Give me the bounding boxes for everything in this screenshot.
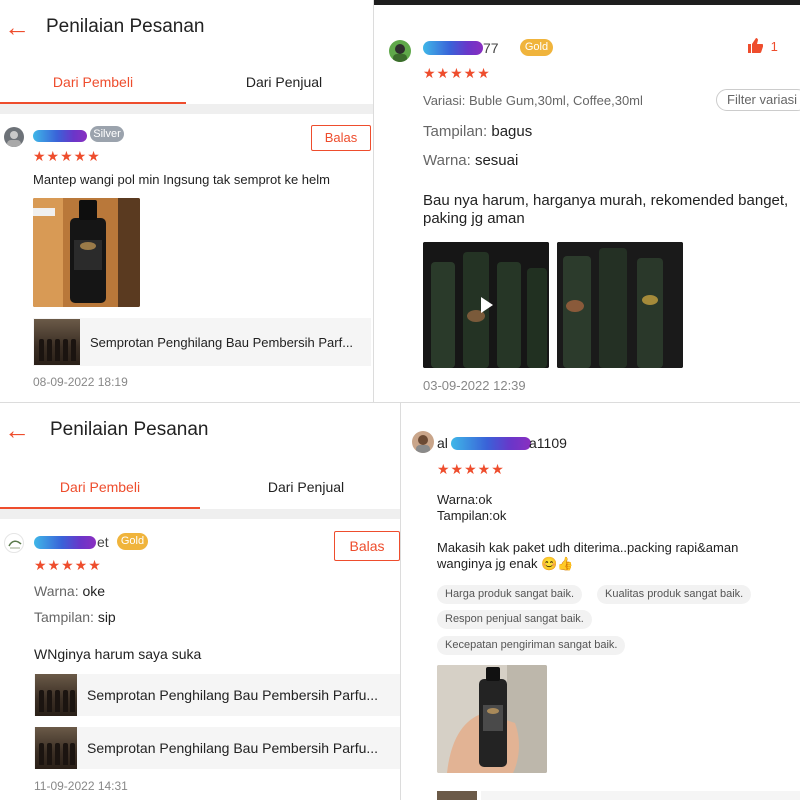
review-comment-line1: Bau nya harum, harganya murah, rekomende… xyxy=(423,192,789,209)
tab-dari-penjual[interactable]: Dari Penjual xyxy=(200,479,400,495)
username-obscured xyxy=(34,536,96,549)
avatar xyxy=(412,431,434,453)
username-prefix: al xyxy=(437,435,448,451)
review-panel-bottom-left: ← Penilaian Pesanan Dari Pembeli Dari Pe… xyxy=(0,403,400,800)
review-date: 11-09-2022 14:31 xyxy=(34,779,128,793)
section-separator xyxy=(0,104,373,114)
warna-value: sesuai xyxy=(474,152,519,169)
avatar xyxy=(4,533,24,553)
membership-badge: Gold xyxy=(117,533,148,550)
page-title: Penilaian Pesanan xyxy=(46,16,205,37)
tab-dari-pembeli[interactable]: Dari Pembeli xyxy=(0,74,186,90)
avatar xyxy=(389,40,411,62)
like-count: 1 xyxy=(770,39,778,54)
review-comment-line2: wanginya jg enak 😊👍 xyxy=(437,556,574,571)
product-link-row[interactable]: Semprotan Penghilang Bau Pembersih Parf.… xyxy=(33,318,371,366)
tampilan-line: Tampilan: bagus xyxy=(423,123,532,140)
review-comment-line2: paking jg aman xyxy=(423,210,525,227)
product-thumbnail xyxy=(35,674,77,716)
play-icon[interactable] xyxy=(481,297,493,313)
membership-badge: Gold xyxy=(520,39,553,56)
product-name: Semprotan Penghilang Bau Pembersih Parf.… xyxy=(90,334,354,350)
product-name: Semprotan Penghilang Bau Pembersih Parfu… xyxy=(87,740,379,756)
tampilan-label: Tampilan: xyxy=(34,609,94,625)
review-tag: Respon penjual sangat baik. xyxy=(437,610,592,629)
section-separator xyxy=(0,509,400,519)
membership-badge: Silver xyxy=(90,126,124,142)
tampilan-value: bagus xyxy=(491,123,533,140)
product-link-row[interactable]: Semprotan Penghilang Bau Pembersih Parfu… xyxy=(34,674,400,716)
like-button[interactable]: 1 xyxy=(747,38,778,54)
back-arrow-icon[interactable]: ← xyxy=(4,14,30,40)
page-header: ← Penilaian Pesanan xyxy=(4,417,208,443)
review-date: 03-09-2022 12:39 xyxy=(423,378,526,393)
username-obscured xyxy=(33,130,87,142)
star-rating: ★★★★★ xyxy=(34,557,102,573)
review-comment-line1: Makasih kak paket udh diterima..packing … xyxy=(437,540,739,555)
review-tag: Harga produk sangat baik. xyxy=(437,585,583,604)
back-arrow-icon[interactable]: ← xyxy=(4,417,30,443)
warna-line: Warna: oke xyxy=(34,583,105,599)
star-rating: ★★★★★ xyxy=(437,461,505,477)
reply-button[interactable]: Balas xyxy=(334,531,400,561)
username-suffix: a1109 xyxy=(529,435,567,451)
tampilan-label: Tampilan: xyxy=(423,123,488,140)
tampilan-value: sip xyxy=(97,609,116,625)
review-comment: Mantep wangi pol min Ingsung tak semprot… xyxy=(33,172,330,187)
filter-variation-button[interactable]: Filter variasi xyxy=(716,89,800,111)
collage-divider xyxy=(373,0,374,402)
review-panel-top-left: ← Penilaian Pesanan Dari Pembeli Dari Pe… xyxy=(0,0,373,402)
product-link-row-partial[interactable] xyxy=(481,791,800,800)
thumbs-up-icon xyxy=(748,38,764,53)
review-tag: Kecepatan pengiriman sangat baik. xyxy=(437,636,626,655)
warna-value: oke xyxy=(82,583,106,599)
product-thumbnail-partial xyxy=(437,791,477,800)
page-title: Penilaian Pesanan xyxy=(50,419,209,440)
tampilan-line: Tampilan: sip xyxy=(34,609,116,625)
star-rating: ★★★★★ xyxy=(33,148,101,164)
avatar xyxy=(4,127,24,147)
review-date: 08-09-2022 18:19 xyxy=(33,375,128,389)
review-video[interactable] xyxy=(423,242,549,368)
review-photo[interactable] xyxy=(437,665,547,773)
collage-divider xyxy=(400,403,401,800)
tab-dari-penjual[interactable]: Dari Penjual xyxy=(188,74,373,90)
tampilan-line: Tampilan:ok xyxy=(437,508,507,523)
review-photo[interactable] xyxy=(33,198,140,307)
review-photo[interactable] xyxy=(557,242,683,368)
warna-line: Warna: sesuai xyxy=(423,152,518,169)
warna-label: Warna: xyxy=(423,152,471,169)
variation-text: Variasi: Buble Gum,30ml, Coffee,30ml xyxy=(423,93,643,108)
top-edge-bar xyxy=(374,0,800,5)
warna-label: Warna: xyxy=(34,583,79,599)
product-thumbnail xyxy=(35,727,77,769)
page-header: ← Penilaian Pesanan xyxy=(4,14,204,40)
reply-button[interactable]: Balas xyxy=(311,125,371,151)
review-panel-bottom-right: al a1109 ★★★★★ Warna:ok Tampilan:ok Maka… xyxy=(401,403,800,800)
product-thumbnail xyxy=(34,319,80,365)
username-obscured xyxy=(423,41,483,55)
username-obscured xyxy=(451,437,531,450)
tab-dari-pembeli[interactable]: Dari Pembeli xyxy=(0,479,200,495)
product-link-row[interactable]: Semprotan Penghilang Bau Pembersih Parfu… xyxy=(34,727,400,769)
username-suffix: et xyxy=(97,534,109,550)
star-rating: ★★★★★ xyxy=(423,65,491,81)
review-panel-top-right: 77 Gold 1 ★★★★★ Variasi: Buble Gum,30ml,… xyxy=(374,0,800,402)
review-comment: WNginya harum saya suka xyxy=(34,646,202,662)
warna-line: Warna:ok xyxy=(437,492,493,507)
username-suffix: 77 xyxy=(483,40,499,56)
product-name: Semprotan Penghilang Bau Pembersih Parfu… xyxy=(87,687,379,703)
review-tag: Kualitas produk sangat baik. xyxy=(597,585,752,604)
